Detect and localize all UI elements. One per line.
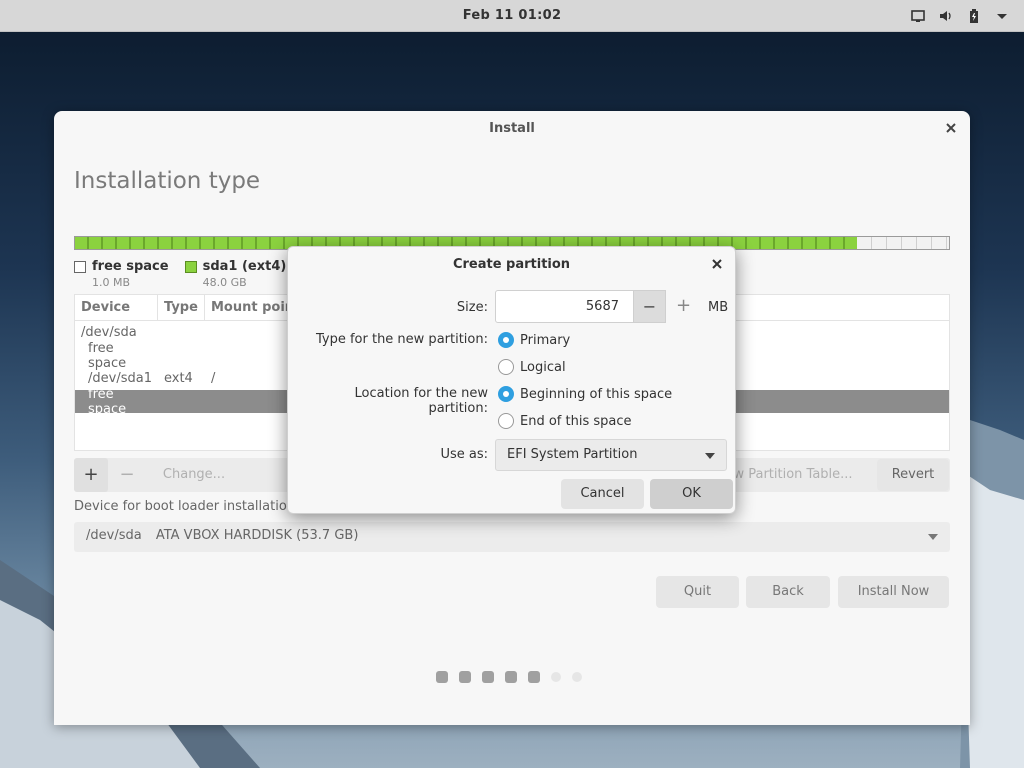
- location-label: Location for the new partition:: [354, 386, 488, 416]
- type-primary-radio[interactable]: Primary: [498, 332, 570, 348]
- bootloader-device-select[interactable]: /dev/sda ATA VBOX HARDDISK (53.7 GB): [74, 522, 950, 552]
- chevron-down-icon: [705, 453, 715, 459]
- legend-size: 1.0 MB: [92, 276, 131, 289]
- cell-mount: /: [211, 371, 216, 386]
- radio-indicator: [498, 332, 514, 348]
- legend-item-sda1: sda1 (ext4) 48.0 GB: [184, 259, 287, 289]
- screen-icon[interactable]: [910, 8, 926, 24]
- create-partition-dialog: Create partition Size: − + MB Type for t…: [287, 246, 736, 514]
- partition-bar-free: [857, 237, 949, 249]
- add-partition-button[interactable]: +: [74, 458, 108, 492]
- size-label: Size:: [456, 300, 488, 315]
- progress-step-pending: [572, 672, 582, 682]
- radio-label: End of this space: [520, 413, 632, 429]
- install-now-button[interactable]: Install Now: [838, 576, 949, 608]
- size-unit: MB: [708, 300, 729, 315]
- bootloader-device: /dev/sda: [86, 528, 142, 543]
- volume-icon[interactable]: [938, 8, 954, 24]
- type-logical-radio[interactable]: Logical: [498, 359, 566, 375]
- back-button[interactable]: Back: [746, 576, 830, 608]
- size-input[interactable]: [495, 290, 634, 323]
- change-partition-button[interactable]: Change...: [154, 458, 234, 492]
- size-decrease-button[interactable]: −: [633, 290, 666, 323]
- new-partition-table-button[interactable]: ew Partition Table...: [714, 458, 864, 492]
- bootloader-description: ATA VBOX HARDDISK (53.7 GB): [155, 528, 359, 543]
- legend-item-free-space: free space 1.0 MB: [74, 259, 169, 289]
- use-as-value: EFI System Partition: [507, 447, 638, 462]
- radio-label: Primary: [520, 332, 571, 348]
- column-header-device[interactable]: Device: [75, 295, 158, 320]
- window-title: Install: [489, 121, 535, 136]
- remove-partition-button[interactable]: −: [110, 458, 144, 492]
- use-as-label: Use as:: [440, 447, 488, 462]
- clock[interactable]: Feb 11 01:02: [0, 8, 1024, 23]
- cell-device: free space: [88, 340, 127, 371]
- cell-type: ext4: [164, 371, 193, 386]
- dialog-close-icon[interactable]: [710, 257, 724, 271]
- size-increase-button[interactable]: +: [667, 290, 700, 323]
- legend-name: sda1 (ext4): [202, 259, 287, 274]
- progress-step-done: [528, 671, 540, 683]
- column-header-type[interactable]: Type: [158, 295, 205, 320]
- system-tray: [910, 8, 1010, 24]
- menu-arrow-icon[interactable]: [994, 8, 1010, 24]
- legend-name: free space: [92, 259, 169, 274]
- radio-label: Beginning of this space: [520, 386, 673, 402]
- progress-step-done: [505, 671, 517, 683]
- progress-step-done: [459, 671, 471, 683]
- radio-indicator: [498, 359, 514, 375]
- progress-step-done: [436, 671, 448, 683]
- revert-button[interactable]: Revert: [877, 459, 949, 491]
- progress-steps: [436, 671, 582, 683]
- bootloader-label: Device for boot loader installation:: [74, 499, 300, 514]
- progress-step-done: [482, 671, 494, 683]
- legend-swatch: [74, 261, 86, 273]
- radio-indicator: [498, 413, 514, 429]
- battery-icon[interactable]: [966, 8, 982, 24]
- radio-label: Logical: [520, 359, 566, 375]
- type-label: Type for the new partition:: [315, 332, 488, 347]
- cell-device: free space: [88, 386, 127, 417]
- page-title: Installation type: [74, 168, 261, 194]
- quit-button[interactable]: Quit: [656, 576, 739, 608]
- location-beginning-radio[interactable]: Beginning of this space: [498, 386, 672, 402]
- dialog-title: Create partition: [452, 257, 571, 272]
- use-as-select[interactable]: EFI System Partition: [495, 439, 727, 471]
- radio-indicator: [498, 386, 514, 402]
- location-end-radio[interactable]: End of this space: [498, 413, 632, 429]
- chevron-down-icon: [928, 534, 938, 540]
- cancel-button[interactable]: Cancel: [561, 479, 644, 509]
- partition-legend: free space 1.0 MB sda1 (ext4) 48.0 GB: [74, 259, 286, 289]
- window-close-icon[interactable]: [944, 121, 958, 135]
- legend-size: 48.0 GB: [202, 276, 247, 289]
- legend-swatch: [184, 261, 197, 273]
- progress-step-pending: [551, 672, 561, 682]
- top-panel: Feb 11 01:02: [0, 0, 1024, 32]
- cell-device: /dev/sda1: [88, 371, 152, 386]
- cell-device: /dev/sda: [81, 325, 137, 340]
- ok-button[interactable]: OK: [650, 479, 733, 509]
